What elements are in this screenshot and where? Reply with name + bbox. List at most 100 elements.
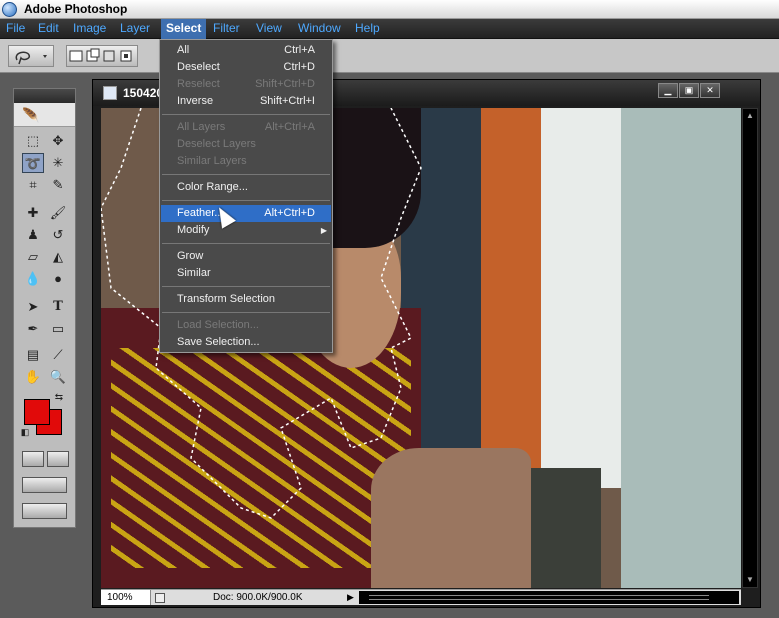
menu-item-label: Deselect Layers [177,138,256,150]
maximize-button[interactable]: ▣ [679,83,699,98]
menu-image[interactable]: Image [68,19,111,39]
eyedropper-tool-icon[interactable]: ⟋ [47,345,69,365]
menu-item-shortcut: Ctrl+D [283,61,315,73]
menu-separator [162,243,330,244]
clone-stamp-tool-icon[interactable]: ♟ [22,225,44,245]
move-tool-icon[interactable]: ✥ [47,131,69,151]
menu-item-shortcut: Alt+Ctrl+A [264,121,315,133]
menu-filter[interactable]: Filter [208,19,245,39]
default-colors-icon[interactable]: ◧ [18,425,32,439]
menu-item-label: Grow [177,250,204,262]
eraser-tool-icon[interactable]: ▱ [22,247,44,267]
brush-tool-icon[interactable]: 🖌 [47,203,69,223]
path-selection-tool-icon[interactable]: ➤ [22,297,44,317]
selection-mode-buttons[interactable] [66,45,138,67]
lasso-tool-icon[interactable]: ➰ [22,153,44,173]
menu-item-all-layers[interactable]: All Layers Alt+Ctrl+A [161,119,331,136]
menu-item-reselect[interactable]: Reselect Shift+Ctrl+D [161,76,331,93]
menu-item-save-selection[interactable]: Save Selection... [161,334,331,351]
tool-preset-picker[interactable] [8,45,54,67]
menu-item-deselect[interactable]: Deselect Ctrl+D [161,59,331,76]
menu-item-label: Modify [177,224,210,236]
toolbox-logo[interactable]: 🪶 [14,103,75,127]
magic-wand-tool-icon[interactable]: ✳ [47,153,69,173]
menu-item-all[interactable]: All Ctrl+A [161,42,331,59]
menu-item-shortcut: Ctrl+A [284,44,315,56]
menu-item-label: All Layers [177,121,226,133]
menu-item-deselect-layers[interactable]: Deselect Layers [161,136,331,153]
history-brush-tool-icon[interactable]: ↺ [47,225,69,245]
vertical-scrollbar[interactable]: ▲ ▼ [742,108,758,588]
submenu-arrow-icon: ▶ [320,226,327,235]
hand-tool-icon[interactable]: ✋ [22,367,44,387]
feather-icon: 🪶 [22,107,40,123]
quick-mask-mode-button[interactable] [47,451,69,467]
notes-tool-icon[interactable]: ▤ [22,345,44,365]
document-title: 150420 [123,86,164,100]
menu-item-label: Color Range... [177,181,248,193]
crop-tool-icon[interactable]: ⌗ [22,175,44,195]
menu-view[interactable]: View [251,19,287,39]
menu-item-label: Transform Selection [177,293,276,305]
blur-tool-icon[interactable]: 💧 [22,269,44,289]
menu-separator [162,286,330,287]
healing-brush-tool-icon[interactable]: ✚ [22,203,44,223]
select-menu-dropdown: All Ctrl+A Deselect Ctrl+D Reselect Shift+C… [159,39,333,353]
menu-item-modify[interactable]: Modify ▶ [161,222,331,239]
menu-item-shortcut: Alt+Ctrl+D [264,207,315,219]
menu-item-label: Similar [177,267,211,279]
toolbox-header [14,89,75,103]
zoom-field[interactable]: 100% [101,590,151,605]
type-tool-icon[interactable]: T [47,297,69,317]
menu-item-similar[interactable]: Similar [161,265,331,282]
status-menu-arrow-icon[interactable]: ▶ [347,592,354,603]
toolbox: 🪶 ⬚ ✥ ➰ ✳ ⌗ ✎ ✚ 🖌 ♟ ↺ ▱ ◭ 💧 ● ➤ T ✒ ▭ ▤ … [13,88,76,528]
menu-separator [162,312,330,313]
menu-item-transform-selection[interactable]: Transform Selection [161,291,331,308]
menu-item-grow[interactable]: Grow [161,248,331,265]
document-size: Doc: 900.0K/900.0K [213,592,303,603]
menu-separator [162,174,330,175]
menu-item-label: Deselect [177,61,220,73]
menu-item-inverse[interactable]: Inverse Shift+Ctrl+I [161,93,331,110]
menu-item-similar-layers[interactable]: Similar Layers [161,153,331,170]
screen-mode-buttons[interactable] [22,477,67,493]
menu-item-feather[interactable]: Feather... Alt+Ctrl+D [161,205,331,222]
menu-item-shortcut: Shift+Ctrl+I [259,95,315,107]
menu-edit[interactable]: Edit [33,19,64,39]
photoshop-app-icon [2,2,17,17]
shape-tool-icon[interactable]: ▭ [47,319,69,339]
standard-mode-button[interactable] [22,451,44,467]
paint-bucket-tool-icon[interactable]: ◭ [47,247,69,267]
horizontal-scrollbar[interactable] [359,591,739,604]
minimize-button[interactable]: ▁ [658,83,678,98]
scroll-up-icon[interactable]: ▲ [743,109,757,123]
scroll-down-icon[interactable]: ▼ [743,573,757,587]
scroll-thumb[interactable] [369,595,709,600]
menu-window[interactable]: Window [293,19,346,39]
swap-colors-icon[interactable]: ⇆ [52,391,66,405]
zoom-tool-icon[interactable]: 🔍 [47,367,69,387]
document-icon [103,86,117,100]
menu-item-color-range[interactable]: Color Range... [161,179,331,196]
menu-item-label: Save Selection... [177,336,260,348]
menu-item-label: All [177,44,190,56]
jump-to-imageready-button[interactable] [22,503,67,519]
pen-tool-icon[interactable]: ✒ [22,319,44,339]
menu-select[interactable]: Select [161,19,207,39]
foreground-color-swatch[interactable] [24,399,50,425]
lasso-icon [15,51,47,65]
menu-item-shortcut: Shift+Ctrl+D [255,78,315,90]
zoom-preview-icon[interactable] [155,593,165,603]
app-title: Adobe Photoshop [24,2,128,16]
close-button[interactable]: ✕ [700,83,720,98]
slice-tool-icon[interactable]: ✎ [47,175,69,195]
menu-help[interactable]: Help [350,19,385,39]
menu-file[interactable]: File [1,19,30,39]
dodge-tool-icon[interactable]: ● [47,269,69,289]
status-bar: 100% Doc: 900.0K/900.0K ▶ [101,589,741,605]
marquee-tool-icon[interactable]: ⬚ [22,131,44,151]
title-bar: Adobe Photoshop [0,0,779,19]
menu-item-load-selection[interactable]: Load Selection... [161,317,331,334]
menu-layer[interactable]: Layer [115,19,155,39]
